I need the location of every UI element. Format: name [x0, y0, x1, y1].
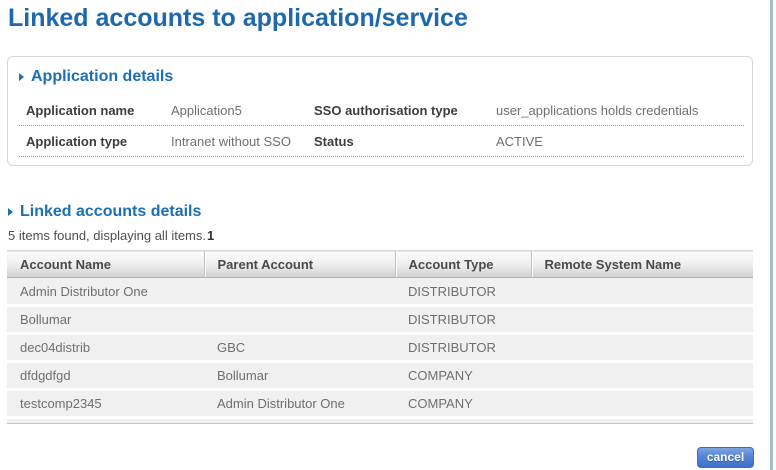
items-summary: 5 items found, displaying all items.1 — [8, 228, 214, 243]
cell-parent-account: GBC — [204, 333, 395, 363]
cell-parent-account: Admin Distributor One — [204, 389, 395, 419]
application-name-value: Application5 — [171, 102, 242, 118]
table-footer-strip-cell — [7, 417, 753, 424]
table-header-row: Account Name Parent Account Account Type… — [7, 250, 753, 278]
table-row: Bollumar DISTRIBUTOR — [7, 305, 753, 335]
items-summary-text: 5 items found, displaying all items. — [8, 228, 206, 243]
column-header-remote-system-name: Remote System Name — [530, 250, 753, 278]
cell-parent-account — [204, 277, 395, 307]
application-name-label: Application name — [26, 102, 135, 118]
table-row: dec04distrib GBC DISTRIBUTOR — [7, 333, 753, 363]
cell-parent-account: Bollumar — [204, 361, 395, 391]
column-header-account-type: Account Type — [394, 250, 531, 278]
linked-accounts-title: Linked accounts details — [20, 203, 202, 220]
detail-row: Application name Application5 SSO author… — [19, 95, 744, 126]
cell-account-type: DISTRIBUTOR — [395, 305, 531, 335]
table-footer-strip — [7, 417, 753, 424]
status-label: Status — [314, 133, 354, 149]
page-right-border — [770, 0, 773, 470]
cell-parent-account — [204, 305, 395, 335]
page-title: Linked accounts to application/service — [8, 4, 468, 32]
application-type-label: Application type — [26, 133, 128, 149]
page-number: 1 — [206, 228, 215, 243]
application-type-value: Intranet without SSO — [171, 133, 291, 149]
cell-remote-system-name — [531, 333, 753, 363]
table-row: dfdgdfgd Bollumar COMPANY — [7, 361, 753, 391]
cancel-button[interactable]: cancel — [697, 447, 754, 468]
application-details-panel: Application details Application name App… — [7, 56, 753, 166]
detail-row: Application type Intranet without SSO St… — [19, 126, 744, 157]
cell-account-type: DISTRIBUTOR — [395, 277, 531, 307]
application-details-header: Application details — [19, 68, 752, 86]
cell-account-name: testcomp2345 — [7, 389, 204, 419]
cell-account-name: dec04distrib — [7, 333, 204, 363]
cell-account-name: Admin Distributor One — [7, 277, 204, 307]
cell-remote-system-name — [531, 361, 753, 391]
triangle-bullet-icon — [19, 73, 24, 81]
table-row: testcomp2345 Admin Distributor One COMPANY — [7, 389, 753, 419]
application-details-grid: Application name Application5 SSO author… — [19, 95, 752, 157]
cell-remote-system-name — [531, 305, 753, 335]
cell-account-name: dfdgdfgd — [7, 361, 204, 391]
column-header-parent-account: Parent Account — [203, 250, 395, 278]
cell-remote-system-name — [531, 277, 753, 307]
cell-remote-system-name — [531, 389, 753, 419]
status-value: ACTIVE — [496, 133, 543, 149]
column-header-account-name: Account Name — [7, 250, 204, 278]
cell-account-name: Bollumar — [7, 305, 204, 335]
cell-account-type: COMPANY — [395, 361, 531, 391]
table-row: Admin Distributor One DISTRIBUTOR — [7, 277, 753, 307]
page: Linked accounts to application/service A… — [0, 0, 776, 470]
cell-account-type: DISTRIBUTOR — [395, 333, 531, 363]
linked-accounts-header: Linked accounts details — [8, 203, 201, 221]
sso-authorisation-type-value: user_applications holds credentials — [496, 102, 699, 118]
linked-accounts-table: Account Name Parent Account Account Type… — [7, 250, 753, 424]
table-body: Admin Distributor One DISTRIBUTOR Bollumar… — [7, 277, 753, 424]
sso-authorisation-type-label: SSO authorisation type — [314, 102, 458, 118]
application-details-title: Application details — [31, 68, 174, 85]
triangle-bullet-icon — [8, 208, 13, 216]
cell-account-type: COMPANY — [395, 389, 531, 419]
